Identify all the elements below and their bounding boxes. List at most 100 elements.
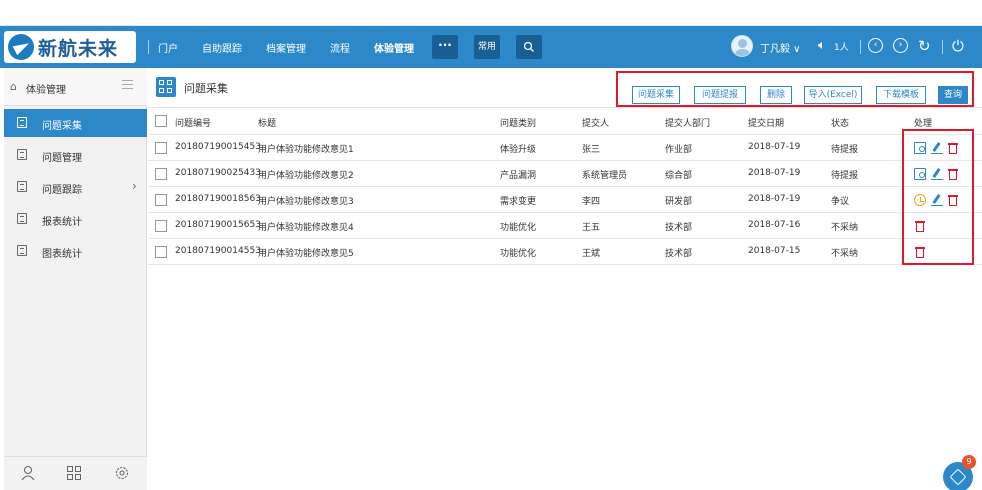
submitter: 系统管理员 — [582, 171, 628, 181]
forward-icon[interactable]: › — [893, 38, 908, 53]
issue-number: 201807190018563 — [175, 194, 261, 204]
operations-highlight-box — [902, 129, 974, 265]
issue-title[interactable]: 用户体验功能修改意见5 — [258, 246, 354, 259]
column-header[interactable]: 问题编号 — [175, 116, 211, 129]
status: 待提报 — [831, 171, 859, 181]
submitter-department: 技术部 — [665, 223, 693, 233]
delete-button[interactable]: 删除 — [760, 86, 792, 104]
page-title: 问题采集 — [184, 82, 228, 95]
nav-portal[interactable]: 门户 — [158, 40, 178, 55]
issue-category: 产品漏洞 — [500, 171, 537, 181]
user-icon[interactable] — [20, 465, 36, 481]
issue-number: 201807190014553 — [175, 246, 261, 256]
issue-submit-button[interactable]: 问题提报 — [694, 86, 746, 104]
search-icon — [523, 41, 534, 52]
status: 不采纳 — [831, 249, 859, 259]
row-checkbox[interactable] — [155, 194, 167, 206]
document-icon — [17, 213, 27, 224]
issue-title[interactable]: 用户体验功能修改意见2 — [258, 168, 354, 181]
issue-title[interactable]: 用户体验功能修改意见3 — [258, 194, 354, 207]
row-checkbox[interactable] — [155, 220, 167, 232]
download-template-button[interactable]: 下载模板 — [876, 86, 926, 104]
submit-date: 2018-07-19 — [748, 168, 801, 178]
row-checkbox[interactable] — [155, 142, 167, 154]
sidebar-item-label: 图表统计 — [42, 249, 82, 260]
submitter: 王斌 — [582, 249, 601, 259]
table-row[interactable]: 201807190025433 用户体验功能修改意见2 产品漏洞 系统管理员 综… — [148, 161, 982, 187]
sidebar-item-label: 问题管理 — [42, 153, 82, 164]
issue-collect-button[interactable]: 问题采集 — [632, 86, 680, 104]
document-icon — [17, 117, 27, 128]
issue-category: 体验升级 — [500, 145, 537, 155]
submit-date: 2018-07-16 — [748, 220, 801, 230]
user-name[interactable]: 丁凡毅 ∨ — [760, 40, 801, 55]
row-checkbox[interactable] — [155, 168, 167, 180]
table-row[interactable]: 201807190015453 用户体验功能修改意见1 体验升级 张三 作业部 … — [148, 135, 982, 161]
page-toolbar: 问题采集 问题采集 问题提报 删除 导入(Excel) 下载模板 查询 — [148, 68, 982, 108]
table-row[interactable]: 201807190018563 用户体验功能修改意见3 需求变更 李四 研发部 … — [148, 187, 982, 213]
select-all-checkbox[interactable] — [155, 115, 167, 127]
column-header: 处理 — [914, 119, 933, 129]
submit-date: 2018-07-19 — [748, 194, 801, 204]
sidebar-item-label: 问题跟踪 — [42, 185, 82, 196]
document-icon — [17, 181, 27, 192]
table-row[interactable]: 201807190015653 用户体验功能修改意见4 功能优化 王五 技术部 … — [148, 213, 982, 239]
more-nav-button[interactable]: ··· — [432, 35, 458, 59]
submitter-department: 技术部 — [665, 249, 693, 259]
issue-category: 功能优化 — [500, 249, 537, 259]
logo-text: 新航未来 — [38, 38, 119, 60]
nav-archive-management[interactable]: 档案管理 — [266, 40, 306, 55]
column-header[interactable]: 提交人部门 — [665, 116, 710, 129]
user-avatar[interactable] — [731, 35, 753, 57]
notification-badge: 9 — [962, 455, 976, 469]
online-count: 1人 — [834, 43, 849, 53]
submitter-department: 综合部 — [665, 171, 693, 181]
sidebar-item-chart-statistics[interactable]: 图表统计 — [4, 237, 147, 265]
table-header: 问题编号 标题 问题类别 提交人 提交人部门 提交日期 状态 处理 — [148, 108, 982, 135]
speaker-icon[interactable]: 🔈︎ — [818, 38, 826, 54]
back-icon[interactable]: ‹ — [868, 38, 883, 53]
issue-number: 201807190015453 — [175, 142, 261, 152]
sidebar-item-report-statistics[interactable]: 报表统计 — [4, 205, 147, 233]
sidebar-title: 体验管理 — [26, 85, 66, 96]
row-checkbox[interactable] — [155, 246, 167, 258]
column-header[interactable]: 提交日期 — [748, 116, 784, 129]
issue-title[interactable]: 用户体验功能修改意见4 — [258, 220, 354, 233]
sidebar-item-issue-tracking[interactable]: 问题跟踪 › — [4, 173, 147, 201]
logo[interactable]: 新航未来 — [4, 31, 136, 63]
nav-divider — [148, 40, 149, 54]
search-button[interactable] — [516, 35, 542, 59]
submitter-department: 作业部 — [665, 145, 693, 155]
submit-date: 2018-07-15 — [748, 246, 801, 256]
sidebar: ⌂ 体验管理 问题采集 问题管理 问题跟踪 › 报表统计 图表统计 — [4, 68, 147, 490]
sidebar-item-issue-collection[interactable]: 问题采集 — [4, 109, 147, 137]
status: 不采纳 — [831, 223, 859, 233]
status: 争议 — [831, 197, 850, 207]
menu-toggle-icon[interactable] — [122, 80, 133, 89]
nav-self-tracking[interactable]: 自助跟踪 — [202, 40, 242, 55]
sidebar-item-label: 报表统计 — [42, 217, 82, 228]
home-icon[interactable]: ⌂ — [10, 80, 17, 93]
column-header[interactable]: 提交人 — [582, 116, 609, 129]
submitter: 王五 — [582, 223, 601, 233]
submitter: 李四 — [582, 197, 601, 207]
common-button[interactable]: 常用 — [474, 35, 500, 59]
issue-title[interactable]: 用户体验功能修改意见1 — [258, 142, 354, 155]
issue-category: 需求变更 — [500, 197, 537, 207]
sidebar-item-issue-management[interactable]: 问题管理 — [4, 141, 147, 169]
import-excel-button[interactable]: 导入(Excel) — [804, 86, 862, 104]
submit-date: 2018-07-19 — [748, 142, 801, 152]
query-button[interactable]: 查询 — [938, 86, 968, 104]
nav-experience-management[interactable]: 体验管理 — [374, 40, 414, 55]
column-header[interactable]: 状态 — [831, 116, 849, 129]
column-header[interactable]: 问题类别 — [500, 116, 536, 129]
table-row[interactable]: 201807190014553 用户体验功能修改意见5 功能优化 王斌 技术部 … — [148, 239, 982, 265]
settings-gear-icon[interactable] — [114, 465, 130, 481]
refresh-icon[interactable]: ↻ — [918, 38, 931, 54]
submitter: 张三 — [582, 145, 601, 155]
column-header[interactable]: 标题 — [258, 116, 276, 129]
nav-workflow[interactable]: 流程 — [330, 40, 350, 55]
power-icon[interactable]: ⏻ — [952, 38, 964, 54]
issue-category: 功能优化 — [500, 223, 537, 233]
apps-grid-icon[interactable] — [66, 465, 82, 481]
